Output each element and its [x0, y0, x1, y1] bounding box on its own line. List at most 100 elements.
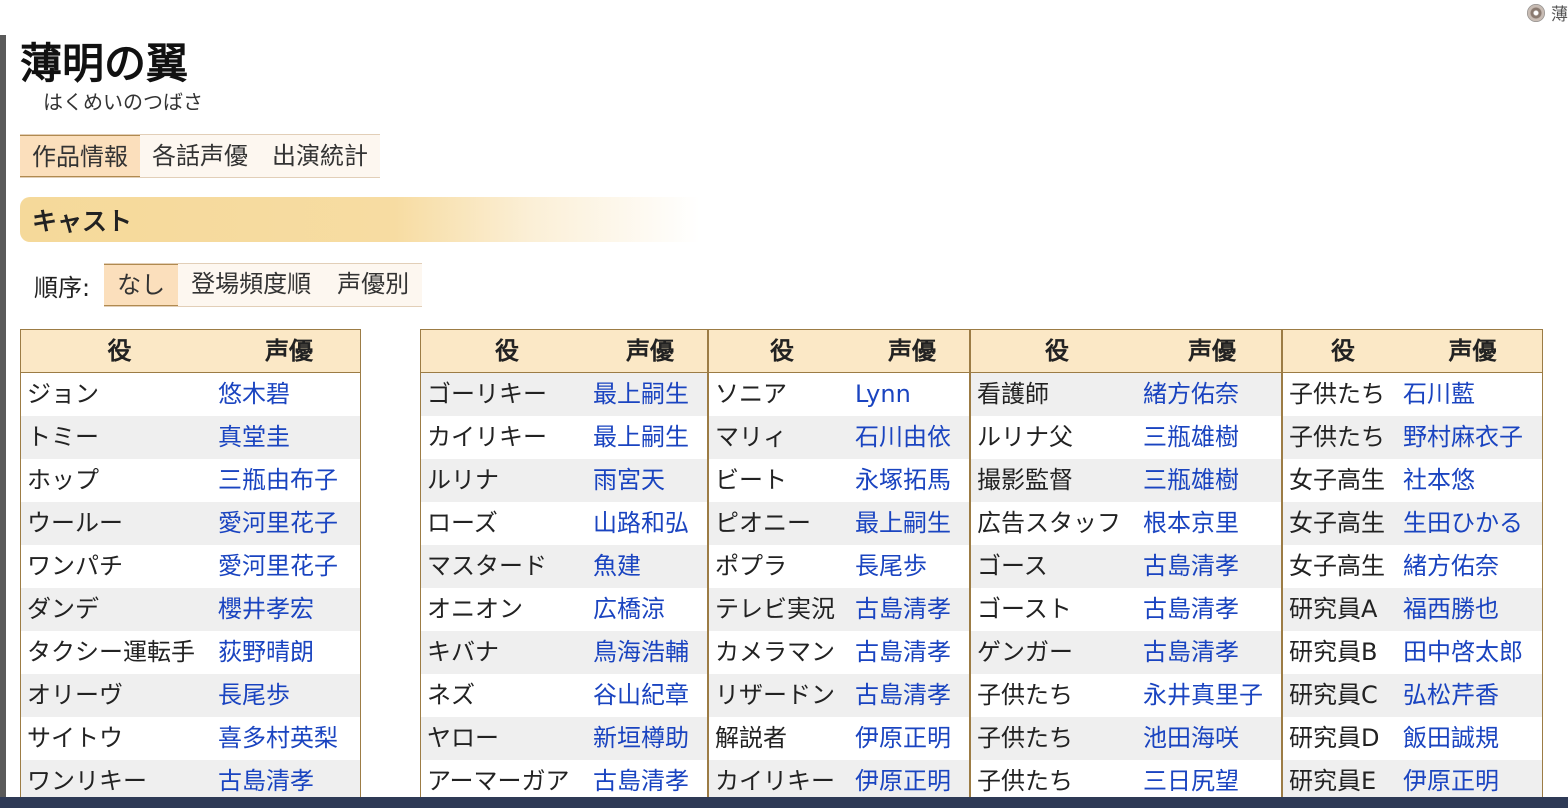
section-heading-cast: キャスト: [20, 197, 700, 242]
cast-column: 役声優 ゴーリキー 最上嗣生 カイリキー 最上嗣生 ルリナ 雨宮天 ローズ 山路和弘 マスタード魚…: [421, 330, 707, 803]
role-name: ジョン: [27, 380, 99, 408]
voice-actor-link[interactable]: 荻野晴朗: [218, 631, 360, 674]
sort-option-none[interactable]: なし: [104, 264, 179, 306]
table-row: ピオニー 最上嗣生: [709, 502, 969, 545]
voice-actor-link[interactable]: 愛河里花子: [218, 502, 360, 545]
role-name: ルリナ父: [977, 423, 1073, 451]
voice-actor-link[interactable]: 喜多村英梨: [218, 717, 360, 760]
voice-actor-link[interactable]: 野村麻衣子: [1403, 416, 1542, 459]
role-name: キバナ: [427, 638, 499, 666]
table-row: ルリナ 雨宮天: [421, 459, 707, 502]
top-right-link[interactable]: 薄: [1527, 0, 1568, 25]
table-row: マリィ 石川由依: [709, 416, 969, 459]
table-row: ネズ 谷山紀章: [421, 674, 707, 717]
tab-work-info[interactable]: 作品情報: [20, 135, 140, 177]
voice-actor-link[interactable]: 緒方佑奈: [1143, 373, 1281, 416]
page-left-border: [0, 35, 6, 800]
voice-actor-link[interactable]: 三瓶由布子: [218, 459, 360, 502]
table-header: 役 声優: [421, 330, 707, 373]
voice-actor-link[interactable]: 飯田誠規: [1403, 717, 1542, 760]
role-name: 子供たち: [977, 681, 1073, 709]
role-name: ゲンガー: [977, 638, 1073, 666]
sort-order: 順序: なし 登場頻度順 声優別: [20, 263, 423, 307]
cast-column: 役声優 子供たち 石川藍 子供たち 野村麻衣子 女子高生 社本悠 女子高生 生田ひかる 女子高生緒…: [1281, 330, 1542, 803]
voice-actor-link[interactable]: 最上嗣生: [593, 373, 707, 416]
title-reading: はくめいのつばさ: [43, 90, 203, 114]
tab-appearance-stats[interactable]: 出演統計: [260, 135, 380, 177]
voice-actor-link[interactable]: 長尾歩: [855, 545, 969, 588]
role-name: ウールー: [27, 509, 123, 537]
voice-actor-link[interactable]: 三瓶雄樹: [1143, 416, 1281, 459]
header-voice: 声優: [265, 337, 313, 365]
disc-icon: [1527, 3, 1545, 22]
voice-actor-link[interactable]: 永井真里子: [1143, 674, 1281, 717]
cast-column: 役声優 看護師 緒方佑奈 ルリナ父 三瓶雄樹 撮影監督 三瓶雄樹 広告スタッフ 根本京里 ゴース古…: [969, 330, 1281, 803]
table-row: オリーヴ 長尾歩: [21, 674, 360, 717]
table-row: ゴースト 古島清孝: [971, 588, 1281, 631]
voice-actor-link[interactable]: Lynn: [855, 373, 969, 416]
role-name: カイリキー: [427, 423, 547, 451]
voice-actor-link[interactable]: 三瓶雄樹: [1143, 459, 1281, 502]
voice-actor-link[interactable]: 石川藍: [1403, 373, 1542, 416]
voice-actor-link[interactable]: 真堂圭: [218, 416, 360, 459]
table-row: ジョン 悠木碧: [21, 373, 360, 416]
sort-option-by-voice-actor[interactable]: 声優別: [324, 264, 422, 306]
table-row: ローズ 山路和弘: [421, 502, 707, 545]
voice-actor-link[interactable]: 福西勝也: [1403, 588, 1542, 631]
voice-actor-link[interactable]: 石川由依: [855, 416, 969, 459]
table-header: 役 声優: [709, 330, 969, 373]
sort-option-frequency[interactable]: 登場頻度順: [178, 264, 324, 306]
table-row: マスタード 魚建: [421, 545, 707, 588]
role-name: ゴース: [977, 552, 1048, 580]
voice-actor-link[interactable]: 長尾歩: [218, 674, 360, 717]
header-voice: 声優: [626, 337, 674, 365]
table-row: カイリキー 最上嗣生: [421, 416, 707, 459]
voice-actor-link[interactable]: 広橋涼: [593, 588, 707, 631]
voice-actor-link[interactable]: 根本京里: [1143, 502, 1281, 545]
voice-actor-link[interactable]: 弘松芹香: [1403, 674, 1542, 717]
cast-table-1: 役声優 ジョン 悠木碧 トミー 真堂圭 ホップ 三瓶由布子 ウールー 愛河里花子 ワンパチ 愛河里花…: [20, 329, 361, 803]
voice-actor-link[interactable]: 雨宮天: [593, 459, 707, 502]
voice-actor-link[interactable]: 緒方佑奈: [1403, 545, 1542, 588]
role-name: トミー: [27, 423, 99, 451]
role-name: ホップ: [27, 466, 99, 494]
voice-actor-link[interactable]: 魚建: [593, 545, 707, 588]
table-row: 研究員C 弘松芹香: [1283, 674, 1542, 717]
header-role: 役: [1331, 337, 1355, 365]
role-name: 看護師: [977, 380, 1049, 408]
voice-actor-link[interactable]: 社本悠: [1403, 459, 1542, 502]
role-name: ポプラ: [715, 552, 787, 580]
voice-actor-link[interactable]: 池田海咲: [1143, 717, 1281, 760]
voice-actor-link[interactable]: 悠木碧: [218, 373, 360, 416]
table-row: 撮影監督 三瓶雄樹: [971, 459, 1281, 502]
table-row: トミー 真堂圭: [21, 416, 360, 459]
table-row: ポプラ 長尾歩: [709, 545, 969, 588]
tab-episode-cast[interactable]: 各話声優: [140, 135, 260, 177]
voice-actor-link[interactable]: 鳥海浩輔: [593, 631, 707, 674]
voice-actor-link[interactable]: 古島清孝: [855, 631, 969, 674]
table-row: 研究員D 飯田誠規: [1283, 717, 1542, 760]
top-right-link-text[interactable]: 薄: [1551, 0, 1568, 25]
table-row: ウールー 愛河里花子: [21, 502, 360, 545]
tab-bar: 作品情報 各話声優 出演統計: [20, 134, 380, 178]
voice-actor-link[interactable]: 櫻井孝宏: [218, 588, 360, 631]
role-name: オニオン: [427, 595, 523, 623]
voice-actor-link[interactable]: 愛河里花子: [218, 545, 360, 588]
voice-actor-link[interactable]: 最上嗣生: [855, 502, 969, 545]
voice-actor-link[interactable]: 田中啓太郎: [1403, 631, 1542, 674]
table-row: ホップ 三瓶由布子: [21, 459, 360, 502]
voice-actor-link[interactable]: 古島清孝: [855, 674, 969, 717]
voice-actor-link[interactable]: 生田ひかる: [1403, 502, 1542, 545]
table-row: ソニア Lynn: [709, 373, 969, 416]
voice-actor-link[interactable]: 最上嗣生: [593, 416, 707, 459]
voice-actor-link[interactable]: 古島清孝: [1143, 545, 1281, 588]
voice-actor-link[interactable]: 古島清孝: [855, 588, 969, 631]
voice-actor-link[interactable]: 古島清孝: [1143, 631, 1281, 674]
voice-actor-link[interactable]: 谷山紀章: [593, 674, 707, 717]
voice-actor-link[interactable]: 新垣樽助: [593, 717, 707, 760]
table-row: 看護師 緒方佑奈: [971, 373, 1281, 416]
voice-actor-link[interactable]: 永塚拓馬: [855, 459, 969, 502]
voice-actor-link[interactable]: 伊原正明: [855, 717, 969, 760]
voice-actor-link[interactable]: 山路和弘: [593, 502, 707, 545]
voice-actor-link[interactable]: 古島清孝: [1143, 588, 1281, 631]
